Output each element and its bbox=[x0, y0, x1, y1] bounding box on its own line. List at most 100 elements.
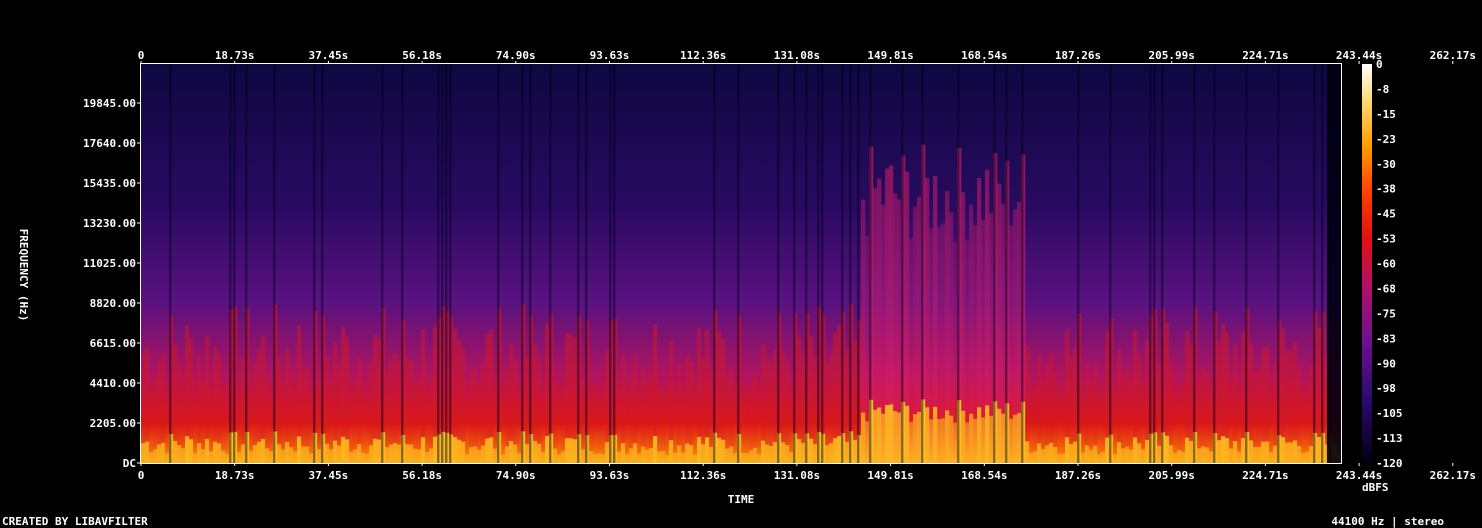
x-tick-label-top: 131.08s bbox=[774, 49, 820, 62]
spectrum-peak bbox=[669, 440, 674, 463]
spectrum-peak bbox=[997, 408, 1002, 463]
spectrum-peak bbox=[881, 413, 886, 463]
spectrum-peak bbox=[845, 441, 850, 463]
spectrum-peak bbox=[1249, 440, 1254, 463]
spectrum-peak bbox=[733, 453, 738, 463]
colorbar-ticks: 0 -8 -15 -23 -30 -38 -45 -53 -60 -68 -75 -83 -90 -98 -… bbox=[1376, 58, 1403, 470]
spectrum-peak bbox=[209, 451, 214, 463]
x-tick-label-top: 205.99s bbox=[1149, 49, 1195, 62]
colorbar-tick-label: -105 bbox=[1376, 407, 1403, 420]
colorbar-tick-label: -98 bbox=[1376, 382, 1396, 395]
spectrum-peak bbox=[893, 411, 898, 463]
spectrum-peak bbox=[1113, 454, 1118, 463]
spectrum-peak bbox=[1305, 451, 1310, 463]
spectrum-peak bbox=[329, 449, 334, 463]
spectrum-gap bbox=[901, 64, 904, 463]
spectrum-gap bbox=[1153, 64, 1156, 463]
spectrum-peak bbox=[753, 447, 758, 463]
spectrum-peak bbox=[789, 452, 794, 463]
y-tick-label: 17640.00 bbox=[83, 137, 136, 150]
y-tick-label: 4410.00 bbox=[90, 377, 136, 390]
spectrum-column bbox=[741, 394, 746, 463]
spectrum-peak bbox=[1301, 452, 1306, 463]
spectrum-peak bbox=[353, 449, 358, 463]
spectrum-peak bbox=[181, 448, 186, 463]
spectrum-peak bbox=[421, 437, 426, 463]
spectrum-peak bbox=[633, 443, 638, 463]
spectrum-peak bbox=[1309, 445, 1314, 463]
spectrum-peak bbox=[721, 439, 726, 463]
spectrum-peak bbox=[417, 449, 422, 463]
spectrum-peak bbox=[1293, 440, 1298, 463]
y-axis-title: FREQUENCY (Hz) bbox=[17, 229, 30, 322]
spectrum-peak bbox=[725, 448, 730, 463]
spectrum-gap bbox=[857, 64, 860, 463]
y-tick-label: 8820.00 bbox=[90, 297, 136, 310]
spectrum-peak bbox=[201, 449, 206, 463]
spectrum-peak bbox=[961, 410, 966, 463]
spectrum-gap bbox=[993, 64, 996, 463]
x-tick-label-bottom: 224.71s bbox=[1242, 469, 1288, 482]
spectrum-peak bbox=[1185, 437, 1190, 463]
spectrum-gap bbox=[521, 64, 524, 463]
x-tick-label-bottom: 149.81s bbox=[867, 469, 913, 482]
spectrum-peak bbox=[533, 440, 538, 463]
spectrum-column bbox=[637, 396, 642, 463]
spectrum-peak bbox=[357, 444, 362, 463]
spectrum-peak bbox=[1081, 452, 1086, 463]
spectrum-peak bbox=[517, 452, 522, 463]
spectrum-peak bbox=[1025, 441, 1030, 463]
spectrum-column bbox=[1029, 394, 1034, 463]
spectrum-gap bbox=[921, 64, 924, 463]
spectrum-gap bbox=[497, 64, 500, 463]
x-tick-label-top: 93.63s bbox=[590, 49, 630, 62]
spectrum-peak bbox=[541, 452, 546, 463]
spectrum-peak bbox=[769, 445, 774, 463]
x-tick-label-top: 37.45s bbox=[309, 49, 349, 62]
spectrum-gap bbox=[577, 64, 580, 463]
spectrum-peak bbox=[933, 406, 938, 463]
spectrum-peak bbox=[565, 438, 570, 463]
x-axis-title: TIME bbox=[728, 493, 755, 506]
spectrum-peak bbox=[1165, 435, 1170, 463]
spectrum-gap bbox=[549, 64, 552, 463]
x-axis-top: 0 18.73s 37.45s 56.18s 74.90s 93.63s 112.36s 13… bbox=[138, 49, 1476, 64]
colorbar-tick-label: -23 bbox=[1376, 133, 1396, 146]
spectrum-column bbox=[673, 394, 678, 463]
spectrum-peak bbox=[465, 454, 470, 463]
spectrum-peak bbox=[165, 453, 170, 463]
colorbar-tick-label: -45 bbox=[1376, 208, 1396, 221]
spectrum-peak bbox=[677, 445, 682, 463]
spectrum-column bbox=[601, 401, 606, 463]
colorbar-tick-label: -113 bbox=[1376, 432, 1403, 445]
spectrum-gap bbox=[169, 64, 172, 463]
spectrum-peak bbox=[1013, 414, 1018, 463]
spectrum-peak bbox=[409, 444, 414, 463]
y-tick-label: 19845.00 bbox=[83, 97, 136, 110]
colorbar-tick-label: -120 bbox=[1376, 457, 1403, 470]
x-tick-label-top: 149.81s bbox=[867, 49, 913, 62]
spectrum-peak bbox=[461, 441, 466, 463]
spectrum-peak bbox=[889, 404, 894, 463]
spectrum-gap bbox=[869, 64, 872, 463]
spectrum-peak bbox=[1105, 437, 1110, 463]
x-tick-label-top: 18.73s bbox=[215, 49, 255, 62]
colorbar-tick-label: -75 bbox=[1376, 307, 1396, 320]
spectrum-peak bbox=[949, 415, 954, 463]
spectrum-peak bbox=[369, 445, 374, 463]
spectrum-peak bbox=[1169, 445, 1174, 463]
spectrum-peak bbox=[177, 445, 182, 463]
spectrum-peak bbox=[973, 418, 978, 463]
spectrum-peak bbox=[865, 421, 870, 463]
y-tick-label: 6615.00 bbox=[90, 337, 136, 350]
spectrum-peak bbox=[513, 444, 518, 463]
spectrum-gap bbox=[777, 64, 780, 463]
spectrum-peak bbox=[825, 445, 830, 463]
spectrum-peak bbox=[965, 422, 970, 463]
spectrum-peak bbox=[1273, 445, 1278, 463]
spectrum-peak bbox=[385, 447, 390, 463]
spectrum-peak bbox=[1029, 452, 1034, 463]
spectrum-peak bbox=[149, 452, 154, 463]
spectrum-peak bbox=[673, 452, 678, 463]
spectrum-peak bbox=[197, 443, 202, 463]
